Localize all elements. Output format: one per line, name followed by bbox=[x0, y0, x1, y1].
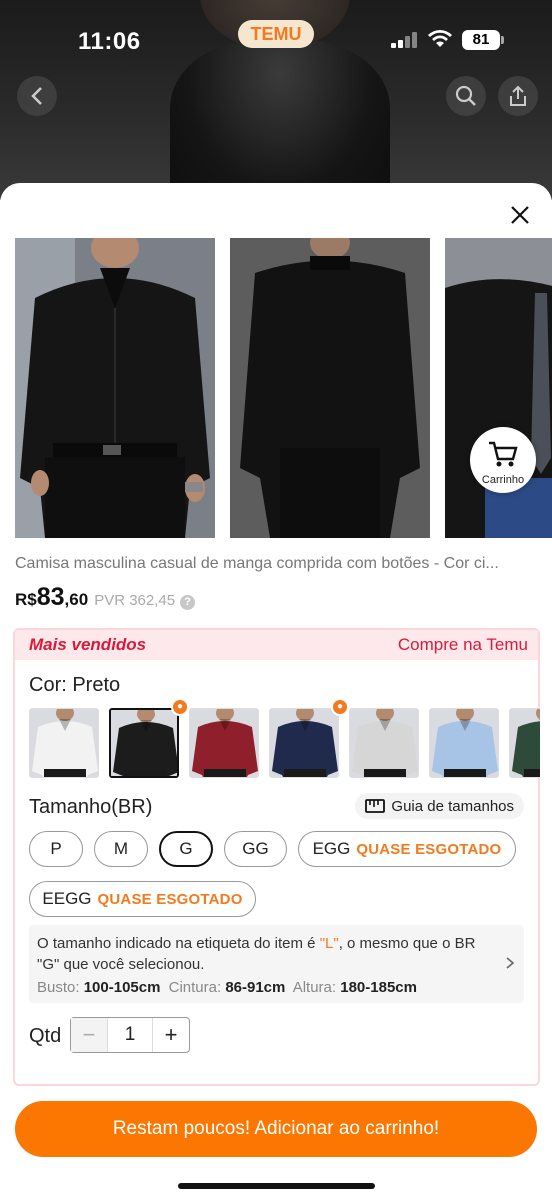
size-option-label: M bbox=[113, 839, 129, 858]
swatch-navy[interactable] bbox=[269, 708, 339, 778]
price-row: R$ 83 ,60 PVR 362,45 ? bbox=[15, 583, 196, 612]
wifi-icon bbox=[428, 30, 452, 47]
shirt-front-image bbox=[15, 238, 215, 538]
reference-price: PVR 362,45 bbox=[94, 592, 176, 609]
color-label: Cor: Preto bbox=[29, 674, 121, 696]
size-option-label: GG bbox=[242, 839, 269, 858]
color-swatches bbox=[29, 708, 540, 780]
low-stock-label: QUASE ESGOTADO bbox=[97, 890, 243, 908]
product-photo-back[interactable] bbox=[230, 238, 430, 538]
size-option-gg[interactable]: GG bbox=[224, 831, 287, 867]
signal-icon bbox=[391, 32, 421, 48]
product-title: Camisa masculina casual de manga comprid… bbox=[15, 555, 499, 572]
size-label: Tamanho(BR) bbox=[29, 796, 153, 818]
size-option-m[interactable]: M bbox=[94, 831, 148, 867]
status-bar: 11:06 TEMU 81 bbox=[0, 0, 552, 80]
cart-label: Carrinho bbox=[481, 474, 525, 486]
swatch-grey[interactable] bbox=[349, 708, 419, 778]
shop-link[interactable]: Compre na Temu bbox=[398, 635, 528, 655]
search-icon bbox=[455, 85, 476, 106]
quantity-label: Qtd bbox=[29, 1025, 62, 1047]
share-button[interactable] bbox=[498, 76, 538, 116]
status-time: 11:06 bbox=[78, 28, 141, 55]
search-button[interactable] bbox=[446, 76, 486, 116]
size-option-label: EEGG bbox=[42, 889, 92, 908]
size-guide-button[interactable]: Guia de tamanhos bbox=[355, 793, 524, 819]
size-option-label: G bbox=[179, 839, 193, 858]
best-seller-label: Mais vendidos bbox=[29, 635, 147, 654]
size-option-g[interactable]: G bbox=[159, 831, 213, 867]
swatch-light-blue[interactable] bbox=[429, 708, 499, 778]
size-conversion-note[interactable]: O tamanho indicado na etiqueta do item é… bbox=[29, 925, 524, 1003]
cart-icon bbox=[489, 441, 518, 467]
quantity-increase-button[interactable]: + bbox=[153, 1018, 189, 1052]
back-button[interactable] bbox=[17, 76, 57, 116]
question-icon[interactable]: ? bbox=[180, 595, 196, 610]
swatch-black[interactable] bbox=[109, 708, 179, 778]
product-options-sheet: Carrinho Camisa masculina casual de mang… bbox=[0, 183, 552, 1200]
price-currency: R$ bbox=[15, 590, 37, 609]
swatch-white[interactable] bbox=[29, 708, 99, 778]
tag-size: "L" bbox=[319, 935, 339, 952]
quantity-stepper: − 1 + bbox=[70, 1017, 190, 1053]
body-measurements: Busto: 100-105cm Cintura: 86-91cm Altura… bbox=[37, 979, 417, 996]
share-icon bbox=[510, 85, 526, 106]
shirt-with-tie-image bbox=[445, 238, 552, 538]
home-indicator bbox=[178, 1183, 375, 1189]
size-option-label: P bbox=[50, 839, 62, 858]
price-decimal: ,60 bbox=[64, 590, 89, 609]
product-photo-tie[interactable] bbox=[445, 238, 552, 538]
quantity-decrease-button[interactable]: − bbox=[71, 1018, 107, 1052]
chevron-left-icon bbox=[31, 87, 42, 105]
ruler-icon bbox=[365, 799, 386, 813]
options-panel: Mais vendidos Compre na Temu Cor: Preto … bbox=[13, 628, 540, 1086]
price-integer: 83 bbox=[36, 583, 65, 611]
size-option-p[interactable]: P bbox=[29, 831, 83, 867]
temu-badge: TEMU bbox=[238, 20, 314, 48]
product-gallery[interactable] bbox=[15, 238, 552, 538]
low-stock-label: QUASE ESGOTADO bbox=[356, 840, 502, 858]
close-icon[interactable] bbox=[508, 203, 532, 227]
size-guide-label: Guia de tamanhos bbox=[391, 797, 514, 815]
size-option-egg[interactable]: EGG QUASE ESGOTADO bbox=[298, 831, 516, 867]
size-option-label: EGG bbox=[312, 839, 351, 858]
swatch-green[interactable] bbox=[509, 708, 540, 778]
shirt-back-image bbox=[230, 238, 430, 538]
size-note-line-1: O tamanho indicado na etiqueta do item é… bbox=[37, 935, 476, 952]
size-note-line-2: "G" que você selecionou. bbox=[37, 956, 205, 973]
flame-icon: ● bbox=[171, 698, 189, 716]
battery-indicator: 81 bbox=[462, 30, 504, 50]
size-option-eegg[interactable]: EEGG QUASE ESGOTADO bbox=[29, 881, 256, 917]
add-to-cart-button[interactable]: Restam poucos! Adicionar ao carrinho! bbox=[15, 1101, 537, 1157]
quantity-value[interactable]: 1 bbox=[107, 1018, 153, 1052]
cart-button[interactable]: Carrinho bbox=[470, 427, 536, 493]
product-photo-front[interactable] bbox=[15, 238, 215, 538]
flame-icon: ● bbox=[331, 698, 349, 716]
chevron-right-icon bbox=[506, 957, 515, 969]
best-seller-banner: Mais vendidos Compre na Temu bbox=[15, 630, 538, 660]
swatch-wine[interactable] bbox=[189, 708, 259, 778]
